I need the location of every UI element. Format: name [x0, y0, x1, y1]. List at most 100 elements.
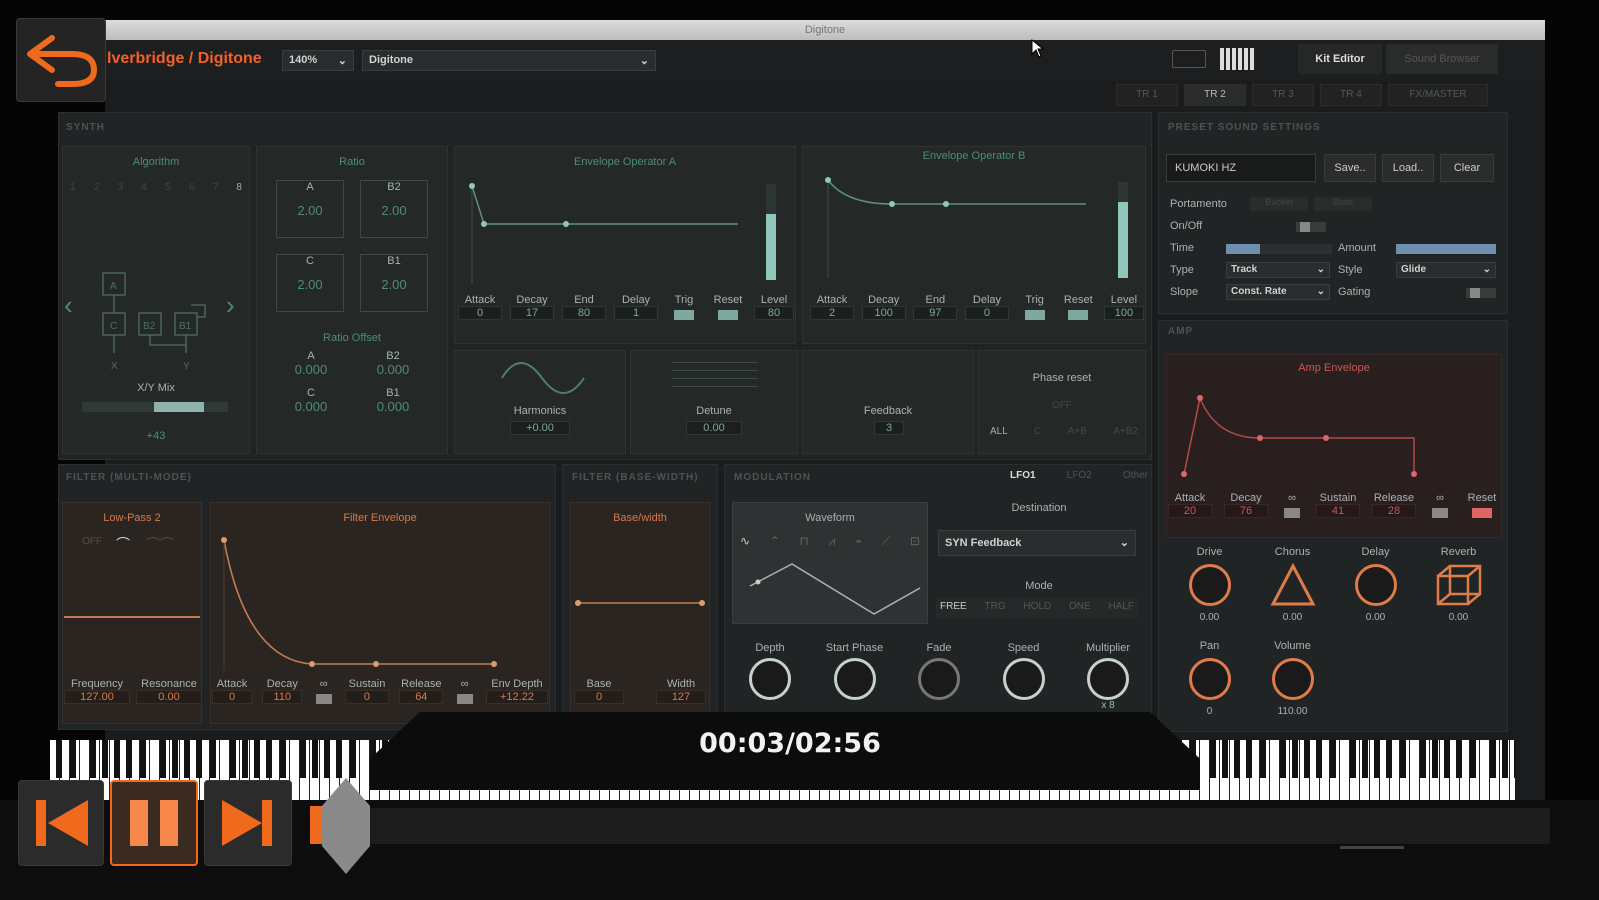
amount-slider[interactable]: [1396, 244, 1496, 254]
env-b-delay[interactable]: 0: [964, 306, 1009, 320]
mode-free[interactable]: FREE: [940, 601, 967, 615]
f-hold-toggle[interactable]: [315, 694, 332, 704]
envelope-b-graph[interactable]: [816, 170, 1136, 280]
mode-one[interactable]: ONE: [1069, 601, 1091, 615]
breadcrumb[interactable]: lverbridge / Digitone: [107, 50, 262, 68]
env-a-attack[interactable]: 0: [458, 306, 502, 320]
frequency-value[interactable]: 127.00: [64, 690, 130, 704]
triangle-wave-icon[interactable]: ⌃: [770, 534, 780, 549]
zoom-select[interactable]: 140% ⌄: [282, 50, 354, 71]
amp-attack[interactable]: 20: [1168, 504, 1212, 518]
time-slider[interactable]: [1226, 244, 1332, 254]
mode-trg[interactable]: TRG: [984, 601, 1005, 615]
amp-reset-toggle[interactable]: [1472, 508, 1492, 518]
alg-1[interactable]: 1: [70, 182, 76, 193]
phase-c[interactable]: C: [1034, 426, 1041, 437]
portamento-a[interactable]: Bucket: [1250, 197, 1308, 211]
sound-browser-button[interactable]: Sound Browser: [1386, 44, 1498, 74]
fade-knob[interactable]: [918, 658, 960, 700]
env-b-trig-toggle[interactable]: [1024, 310, 1045, 320]
amp-envelope-graph[interactable]: [1172, 386, 1502, 486]
amp-sustain[interactable]: 41: [1316, 504, 1360, 518]
tab-fx-master[interactable]: FX/MASTER: [1388, 84, 1488, 106]
lowpass-shape-icon[interactable]: ⌒: [116, 534, 130, 554]
amp-hold-toggle[interactable]: [1284, 508, 1300, 518]
env-b-level[interactable]: 100: [1103, 306, 1144, 320]
detune-value[interactable]: 0.00: [686, 421, 742, 435]
env-a-reset-toggle[interactable]: [718, 310, 738, 320]
depth-knob[interactable]: [749, 658, 791, 700]
alg-5[interactable]: 5: [165, 182, 171, 193]
volume-knob[interactable]: [1271, 658, 1314, 700]
phase-off[interactable]: OFF: [1052, 400, 1072, 411]
amp-hold2-toggle[interactable]: [1432, 508, 1448, 518]
f-sustain[interactable]: 0: [344, 690, 389, 704]
f-decay[interactable]: 110: [262, 690, 303, 704]
base-value[interactable]: 0: [574, 690, 624, 704]
pan-knob[interactable]: [1188, 658, 1231, 700]
highpass-shape-icon[interactable]: ⌒⌒: [146, 534, 174, 554]
feedback-value[interactable]: 3: [874, 421, 904, 435]
f-release[interactable]: 64: [399, 690, 444, 704]
chevron-left-icon[interactable]: ‹: [64, 290, 73, 321]
style-select[interactable]: Glide ⌄: [1396, 262, 1496, 278]
reverb-cube-icon[interactable]: [1434, 562, 1484, 608]
filter-off[interactable]: OFF: [82, 536, 102, 547]
screen-view-icon[interactable]: [1172, 50, 1206, 68]
tab-tr1[interactable]: TR 1: [1116, 84, 1178, 106]
sine-wave-icon[interactable]: ∿: [740, 534, 750, 549]
offset-c-value[interactable]: 0.000: [276, 399, 346, 414]
tab-lfo2[interactable]: LFO2: [1067, 470, 1092, 481]
env-depth[interactable]: +12.22: [485, 690, 548, 704]
speed-knob[interactable]: [1002, 658, 1045, 700]
drive-knob[interactable]: [1188, 564, 1231, 606]
alg-8[interactable]: 8: [236, 182, 242, 193]
alg-2[interactable]: 2: [94, 182, 100, 193]
clear-button[interactable]: Clear: [1440, 154, 1494, 182]
basewidth-graph[interactable]: [572, 596, 708, 610]
type-select[interactable]: Track ⌄: [1226, 262, 1330, 278]
tab-lfo1[interactable]: LFO1: [1010, 470, 1036, 481]
scrubber-handle[interactable]: [320, 776, 372, 876]
env-a-end[interactable]: 80: [562, 306, 606, 320]
width-value[interactable]: 127: [656, 690, 706, 704]
amp-decay[interactable]: 76: [1224, 504, 1268, 518]
offset-b2-value[interactable]: 0.000: [358, 362, 428, 377]
mode-half[interactable]: HALF: [1108, 601, 1134, 615]
alg-4[interactable]: 4: [141, 182, 147, 193]
random-wave-icon[interactable]: ⊡: [910, 534, 920, 549]
exp-wave-icon[interactable]: ⌁: [855, 534, 862, 549]
offset-a-value[interactable]: 0.000: [276, 362, 346, 377]
phase-ab2[interactable]: A+B2: [1113, 426, 1138, 437]
env-a-delay[interactable]: 1: [614, 306, 658, 320]
env-a-trig-toggle[interactable]: [674, 310, 694, 320]
env-a-decay[interactable]: 17: [510, 306, 554, 320]
ratio-b2-box[interactable]: B2 2.00: [360, 180, 428, 238]
ramp-wave-icon[interactable]: ⟋: [882, 534, 890, 549]
multiplier-knob[interactable]: [1087, 658, 1129, 700]
saw-wave-icon[interactable]: ⩘: [828, 534, 835, 549]
progress-track[interactable]: [370, 808, 1550, 844]
gating-toggle[interactable]: [1466, 288, 1496, 298]
tab-tr4[interactable]: TR 4: [1320, 84, 1382, 106]
env-b-reset-toggle[interactable]: [1068, 310, 1089, 320]
amp-release[interactable]: 28: [1372, 504, 1416, 518]
harmonics-value[interactable]: +0.00: [510, 421, 570, 435]
tab-tr2[interactable]: TR 2: [1184, 84, 1246, 106]
f-attack[interactable]: 0: [212, 690, 252, 704]
mode-hold[interactable]: HOLD: [1023, 601, 1051, 615]
phase-all[interactable]: ALL: [990, 426, 1008, 437]
chevron-right-icon[interactable]: ›: [226, 290, 235, 321]
load-button[interactable]: Load..: [1382, 154, 1434, 182]
kit-editor-button[interactable]: Kit Editor: [1298, 44, 1382, 74]
f-hold2-toggle[interactable]: [456, 694, 473, 704]
ratio-a-box[interactable]: A 2.00: [276, 180, 344, 238]
phase-ab[interactable]: A+B: [1068, 426, 1087, 437]
envelope-a-graph[interactable]: [462, 176, 782, 286]
save-button[interactable]: Save..: [1324, 154, 1376, 182]
square-wave-icon[interactable]: ⊓: [799, 534, 808, 549]
alg-6[interactable]: 6: [189, 182, 195, 193]
delay-knob[interactable]: [1354, 564, 1397, 606]
env-b-attack[interactable]: 2: [810, 306, 854, 320]
alg-7[interactable]: 7: [213, 182, 219, 193]
